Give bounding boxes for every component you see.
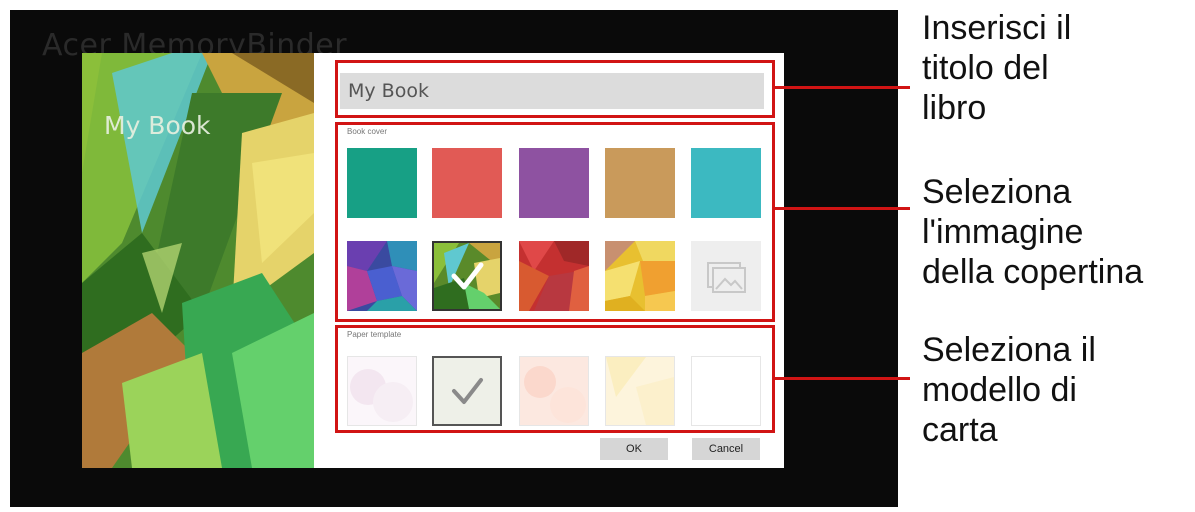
title-callout: Inserisci il titolo del libro [922, 9, 1072, 127]
ok-button[interactable]: OK [600, 438, 668, 460]
cover-annotation-frame [335, 122, 775, 322]
paper-annotation-frame [335, 325, 775, 433]
title-annotation-frame [335, 60, 775, 118]
paper-callout: Seleziona il modello di carta [922, 331, 1096, 449]
title-leader-line [775, 86, 910, 89]
cover-title: My Book [104, 111, 211, 140]
cover-callout: Seleziona l'immagine della copertina [922, 173, 1144, 291]
cover-leader-line [775, 207, 910, 210]
paper-leader-line [775, 377, 910, 380]
cancel-button[interactable]: Cancel [692, 438, 760, 460]
cover-preview: My Book [82, 53, 314, 468]
